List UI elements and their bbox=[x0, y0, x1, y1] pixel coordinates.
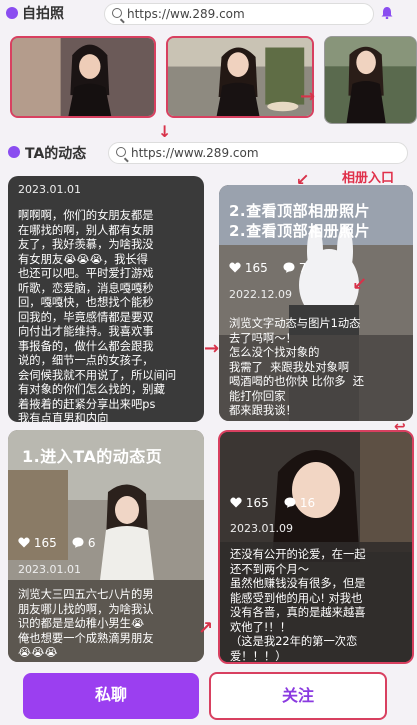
post-date: 2023.01.09 bbox=[230, 522, 293, 535]
arrow-icon: ↗ bbox=[198, 618, 214, 639]
album-photo-3[interactable] bbox=[324, 36, 417, 124]
feed-title: TA的动态 bbox=[25, 146, 87, 162]
follow-button[interactable]: 关注 bbox=[209, 672, 387, 720]
photo-image bbox=[168, 38, 312, 116]
header-dot-icon bbox=[6, 7, 18, 19]
post-card-3[interactable]: 1.进入TA的动态页 165 6 2023.01.01 浏览大三四五六七八片的男… bbox=[8, 430, 204, 662]
post-stats: 165 16 bbox=[230, 496, 315, 510]
like-count: 165 bbox=[244, 261, 268, 275]
comment-icon[interactable] bbox=[72, 537, 84, 548]
search-icon bbox=[112, 8, 122, 18]
arrow-icon: ↙ bbox=[352, 274, 368, 295]
post-text: 浏览大三四五六七八片的男 朋友哪儿找的啊，为啥我认 识的都是是幼稚小男生😭 俺也… bbox=[18, 588, 154, 659]
photo-image bbox=[12, 38, 154, 116]
url-bar-feed[interactable]: https://www.289.com bbox=[108, 142, 408, 164]
post-text: 还没有公开的论爱，在一起 还不到两个月～ 虽然他赚钱没有很多，但是 能感受到他的… bbox=[230, 548, 366, 663]
post-text: 浏览文字动态与图片1动态 去了吗啊～！ 怎么没个找对象的 我需了 来跟我处对象啊… bbox=[229, 317, 365, 417]
post-stats: 165 7 bbox=[229, 261, 306, 275]
comment-count: 7 bbox=[298, 261, 307, 275]
post-date: 2023.01.01 bbox=[18, 183, 81, 196]
url-text: https://ww.289.com bbox=[127, 7, 245, 21]
like-count: 165 bbox=[245, 496, 269, 510]
url-text: https://www.289.com bbox=[131, 146, 259, 160]
page-title: 自拍照 bbox=[22, 6, 64, 22]
album-photo-2[interactable] bbox=[166, 36, 314, 118]
post-card-1[interactable]: 2023.01.01 啊啊啊，你们的女朋友都是 在哪找的啊，别人都有女朋 友了，… bbox=[8, 176, 204, 422]
annotation-caption: 2.查看顶部相册照片 bbox=[229, 222, 371, 240]
comment-icon[interactable] bbox=[284, 497, 296, 508]
arrow-icon: ↩ bbox=[394, 419, 406, 435]
post-stats: 165 6 bbox=[18, 536, 95, 550]
annotation-caption: 1.进入TA的动态页 bbox=[22, 447, 163, 466]
post-card-4[interactable]: 165 16 2023.01.09 还没有公开的论爱，在一起 还不到两个月～ 虽… bbox=[218, 430, 414, 664]
like-count: 165 bbox=[33, 536, 57, 550]
photo-image bbox=[325, 37, 416, 123]
comment-count: 16 bbox=[299, 496, 316, 510]
arrow-icon: → bbox=[300, 86, 316, 107]
post-text: 啊啊啊，你们的女朋友都是 在哪找的啊，别人都有女朋 友了，我好羡慕，为啥我没 有… bbox=[18, 209, 177, 422]
post-date: 2023.01.01 bbox=[18, 563, 81, 576]
chat-button[interactable]: 私聊 bbox=[23, 673, 199, 719]
heart-icon[interactable] bbox=[229, 262, 241, 273]
album-photo-1[interactable] bbox=[10, 36, 156, 118]
bell-icon[interactable] bbox=[380, 6, 394, 19]
arrow-icon: → bbox=[204, 338, 220, 359]
annotation-caption: 2.查看顶部相册照片 bbox=[229, 202, 371, 220]
comment-icon[interactable] bbox=[283, 262, 295, 273]
post-date: 2022.12.09 bbox=[229, 288, 292, 301]
arrow-down-icon: ↓ bbox=[158, 122, 172, 141]
post-card-2[interactable]: 2.查看顶部相册照片 2.查看顶部相册照片 165 7 2022.12.09 浏… bbox=[219, 185, 413, 421]
heart-icon[interactable] bbox=[18, 537, 30, 548]
album-entry-annotation: 相册入口 bbox=[342, 171, 395, 186]
comment-count: 6 bbox=[87, 536, 96, 550]
feed-dot-icon bbox=[8, 146, 20, 158]
heart-icon[interactable] bbox=[230, 497, 242, 508]
search-icon bbox=[116, 147, 126, 157]
url-bar-top[interactable]: https://ww.289.com bbox=[104, 3, 374, 25]
